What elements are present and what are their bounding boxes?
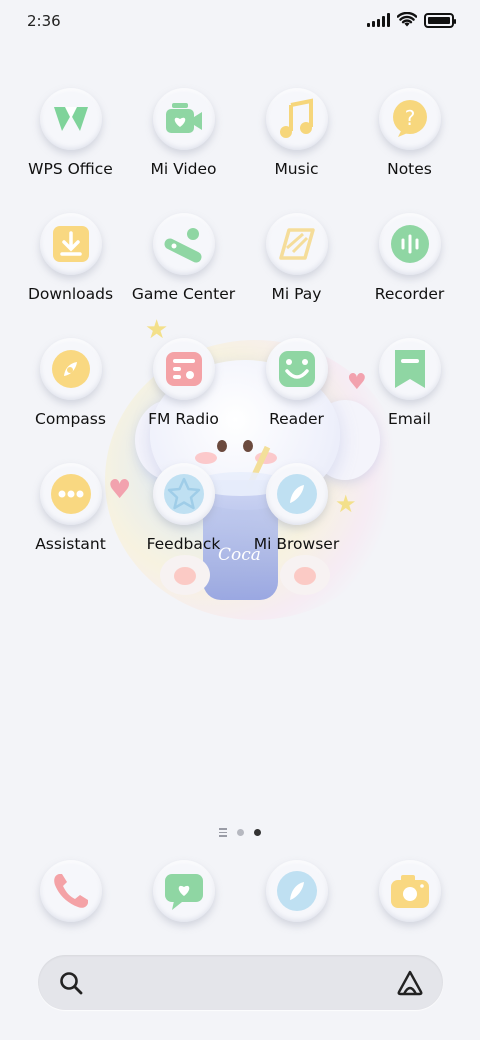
app-icon-button[interactable]: [378, 213, 441, 275]
assistant-triangle-icon[interactable]: [395, 968, 425, 998]
video-camera-icon: [165, 103, 202, 133]
app-icon-button[interactable]: [39, 860, 102, 922]
camera-icon: [390, 875, 429, 908]
dock-phone[interactable]: [14, 860, 127, 922]
app-mi-video[interactable]: Mi Video: [127, 84, 240, 209]
page-dot-active: [254, 828, 261, 836]
reader-smile-icon: [278, 351, 315, 387]
assistant-dots-icon: [50, 474, 91, 514]
app-wps-office[interactable]: WPS Office: [14, 84, 127, 209]
game-controller-icon: [164, 228, 201, 263]
svg-text:?: ?: [404, 106, 415, 130]
app-icon-button[interactable]: [39, 88, 102, 150]
app-icon-button[interactable]: [152, 338, 215, 400]
app-icon-button[interactable]: [39, 213, 102, 275]
app-game-center[interactable]: Game Center: [127, 209, 240, 334]
app-label: Music: [274, 160, 319, 178]
app-icon-button[interactable]: [265, 213, 328, 275]
app-music[interactable]: Music: [240, 84, 353, 209]
app-compass[interactable]: Compass: [14, 334, 127, 459]
status-icons: [367, 12, 456, 28]
app-icon-button[interactable]: [152, 860, 215, 922]
app-mi-pay[interactable]: Mi Pay: [240, 209, 353, 334]
music-note-icon: [279, 98, 313, 138]
dock-browser-compass[interactable]: [240, 860, 353, 922]
app-notes[interactable]: ? Notes: [353, 84, 466, 209]
phone-icon: [53, 874, 88, 908]
radio-icon: [165, 352, 202, 386]
page-dot: [237, 828, 244, 836]
signal-bars-icon: [367, 13, 390, 27]
download-icon: [52, 226, 89, 262]
battery-icon: [424, 12, 456, 28]
app-reader[interactable]: Reader: [240, 334, 353, 459]
app-feedback[interactable]: Feedback: [127, 459, 240, 584]
app-label: Mi Video: [150, 160, 217, 178]
page-list-icon: [219, 828, 227, 837]
status-time: 2:36: [27, 12, 61, 30]
app-downloads[interactable]: Downloads: [14, 209, 127, 334]
app-icon-button[interactable]: [152, 213, 215, 275]
app-recorder[interactable]: Recorder: [353, 209, 466, 334]
dock: [14, 860, 466, 922]
browser-compass-icon: [276, 871, 317, 911]
app-icon-button[interactable]: [265, 860, 328, 922]
recorder-icon: [390, 225, 429, 263]
app-label: Mi Browser: [253, 535, 340, 553]
browser-compass-icon: [276, 474, 317, 514]
email-bookmark-icon: [394, 350, 425, 388]
app-label: Recorder: [374, 285, 445, 303]
compass-icon: [51, 350, 90, 388]
wps-office-icon: [53, 107, 88, 131]
status-bar: 2:36: [0, 0, 480, 44]
app-label: Downloads: [27, 285, 114, 303]
app-label: WPS Office: [28, 160, 113, 178]
app-mi-browser[interactable]: Mi Browser: [240, 459, 353, 584]
app-label: Game Center: [131, 285, 236, 303]
app-icon-button[interactable]: [152, 463, 215, 525]
dock-message-heart[interactable]: [127, 860, 240, 922]
star-icon: [163, 474, 204, 514]
wifi-icon: [397, 12, 417, 27]
search-icon: [60, 972, 83, 995]
app-icon-button[interactable]: [39, 338, 102, 400]
message-heart-icon: [164, 874, 203, 910]
notes-icon: ?: [392, 100, 427, 137]
battery-level: [428, 16, 450, 24]
app-label: Email: [387, 410, 431, 428]
page-indicator[interactable]: [0, 828, 480, 837]
card-icon: [278, 228, 315, 260]
app-label: Compass: [35, 410, 106, 428]
app-fm-radio[interactable]: FM Radio: [127, 334, 240, 459]
dock-camera[interactable]: [353, 860, 466, 922]
app-label: Notes: [387, 160, 432, 178]
app-icon-button[interactable]: [152, 88, 215, 150]
app-grid: WPS Office Mi Video Music? Notes Downloads Ga…: [14, 84, 466, 584]
app-label: Reader: [269, 410, 324, 428]
app-icon-button[interactable]: [39, 463, 102, 525]
app-icon-button[interactable]: [265, 88, 328, 150]
app-icon-button[interactable]: [265, 463, 328, 525]
app-email[interactable]: Email: [353, 334, 466, 459]
app-icon-button[interactable]: ?: [378, 88, 441, 150]
app-icon-button[interactable]: [378, 338, 441, 400]
app-label: Feedback: [146, 535, 221, 553]
app-label: FM Radio: [148, 410, 219, 428]
app-icon-button[interactable]: [378, 860, 441, 922]
app-icon-button[interactable]: [265, 338, 328, 400]
app-label: Mi Pay: [271, 285, 322, 303]
search-bar[interactable]: [38, 955, 443, 1010]
app-label: Assistant: [35, 535, 106, 553]
app-assistant[interactable]: Assistant: [14, 459, 127, 584]
